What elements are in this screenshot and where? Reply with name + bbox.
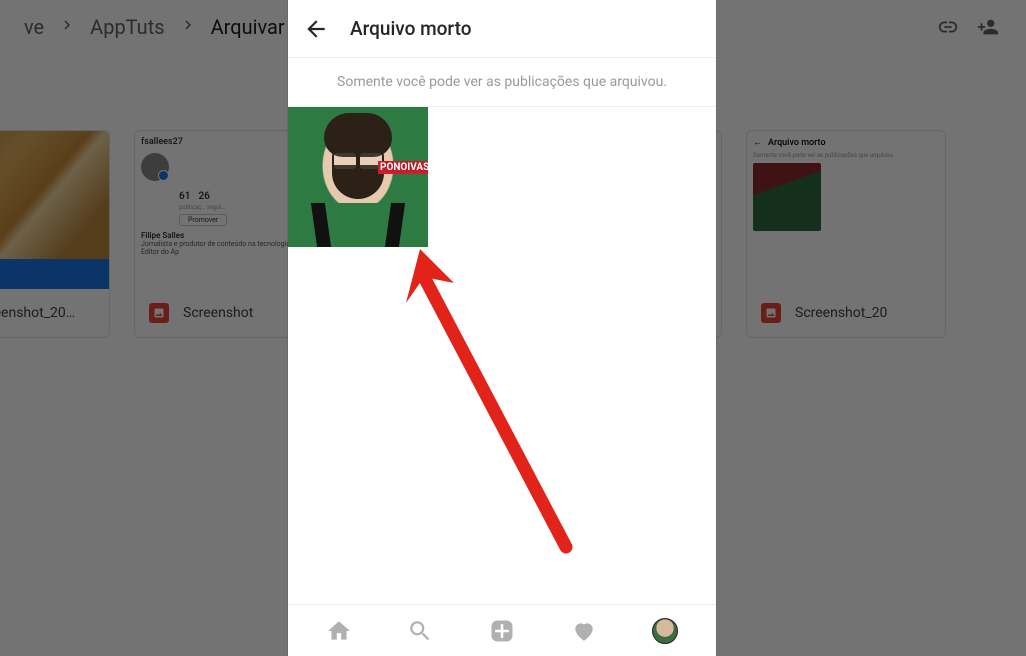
image-file-icon [149, 303, 169, 323]
breadcrumb-crumb-apptuts[interactable]: AppTuts [84, 11, 170, 43]
chevron-right-icon [58, 15, 76, 39]
nav-search-icon[interactable] [398, 609, 442, 653]
file-title: reenshot_20… [0, 305, 95, 321]
file-title: Screenshot_20 [795, 305, 931, 321]
link-icon[interactable] [928, 7, 968, 47]
nav-profile-avatar[interactable] [643, 609, 687, 653]
page-subtitle: Somente você pode ver as publicações que… [288, 58, 716, 107]
phone-screenshot-archive: Arquivo morto Somente você pode ver as p… [288, 0, 716, 656]
file-card[interactable]: ←Arquivo morto Somente você pode ver as … [746, 130, 946, 338]
archive-grid: PONOIVAS [288, 107, 716, 604]
back-button[interactable] [302, 15, 330, 43]
file-card[interactable]: reenshot_20… [0, 130, 110, 338]
file-preview [0, 131, 109, 289]
file-preview: ←Arquivo morto Somente você pode ver as … [747, 131, 945, 289]
breadcrumb-crumb-current[interactable]: Arquivar [205, 11, 291, 43]
archived-post-thumbnail[interactable]: PONOIVAS [288, 107, 428, 247]
nav-home-icon[interactable] [317, 609, 361, 653]
breadcrumb-crumb-drive[interactable]: ve [18, 11, 50, 43]
add-user-icon[interactable] [968, 7, 1008, 47]
chevron-right-icon [179, 15, 197, 39]
image-file-icon [761, 303, 781, 323]
nav-activity-icon[interactable] [562, 609, 606, 653]
phone-header: Arquivo morto [288, 0, 716, 58]
annotation-arrow [396, 247, 576, 557]
nav-new-post-icon[interactable] [480, 609, 524, 653]
page-title: Arquivo morto [350, 17, 472, 40]
bottom-nav [288, 604, 716, 656]
